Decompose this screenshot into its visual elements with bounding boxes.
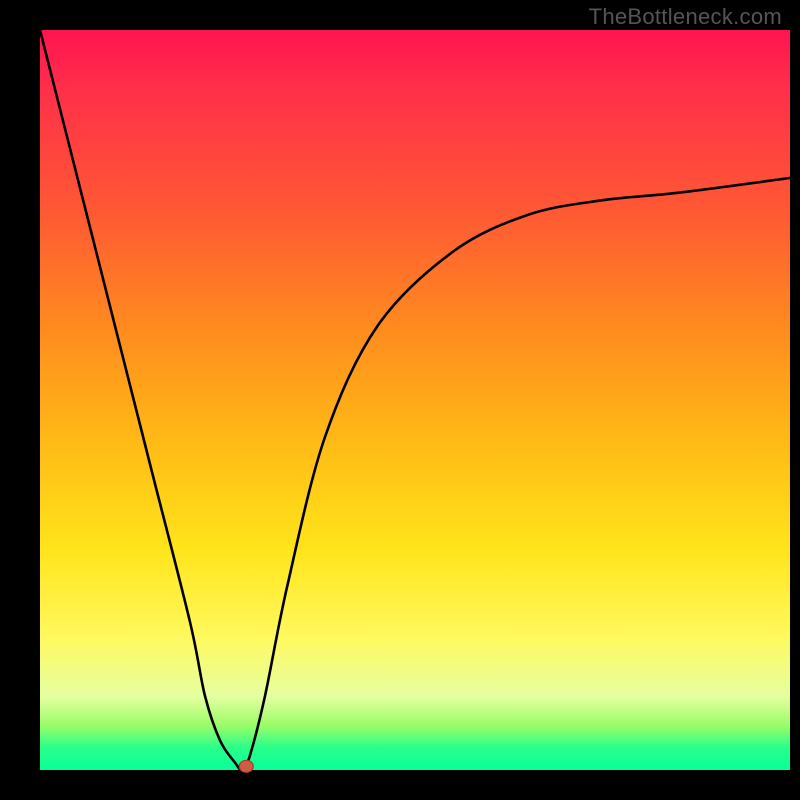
- minimum-marker: [239, 760, 253, 772]
- plot-area: [40, 30, 790, 770]
- bottleneck-curve: [40, 30, 790, 770]
- watermark-text: TheBottleneck.com: [589, 4, 782, 30]
- curve-layer: [40, 30, 790, 770]
- chart-frame: TheBottleneck.com: [0, 0, 800, 800]
